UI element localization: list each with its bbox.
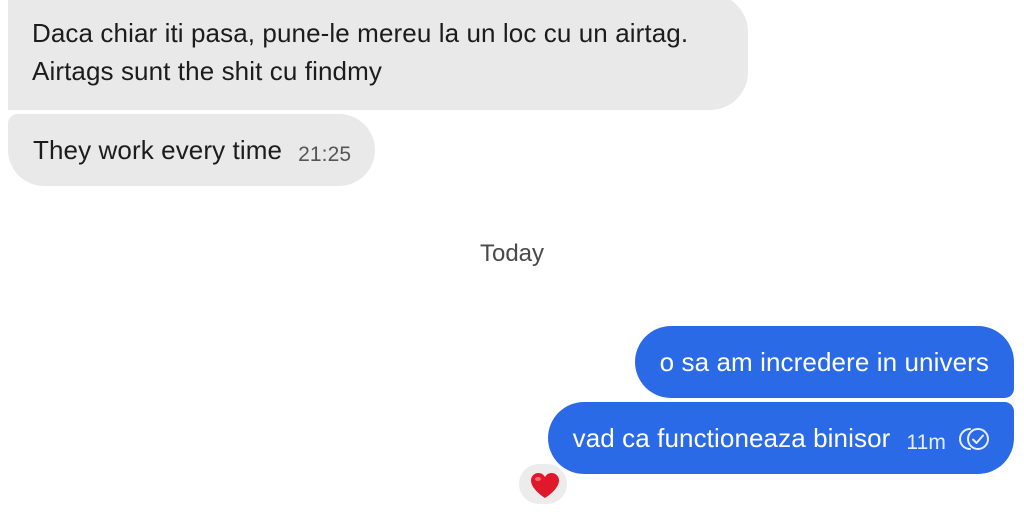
- outgoing-message[interactable]: o sa am incredere in univers: [634, 326, 1014, 398]
- heart-icon: [531, 473, 559, 498]
- message-timestamp: 21:25: [298, 143, 352, 166]
- outgoing-message[interactable]: vad ca functioneaza binisor 11m: [547, 402, 1014, 474]
- chat-thread: Daca chiar iti pasa, pune-le mereu la un…: [0, 0, 1024, 526]
- message-text: vad ca functioneaza binisor: [572, 423, 891, 453]
- incoming-message[interactable]: Daca chiar iti pasa, pune-le mereu la un…: [8, 0, 748, 110]
- message-text: o sa am incredere in univers: [659, 347, 989, 377]
- double-check-icon: [956, 424, 992, 450]
- date-divider: Today: [479, 240, 545, 267]
- message-timestamp: 11m: [906, 431, 946, 454]
- incoming-message[interactable]: They work every time 21:25: [8, 114, 376, 186]
- message-text: Daca chiar iti pasa, pune-le mereu la un…: [32, 18, 689, 86]
- message-text: They work every time: [33, 135, 283, 165]
- reaction-badge[interactable]: [517, 462, 569, 506]
